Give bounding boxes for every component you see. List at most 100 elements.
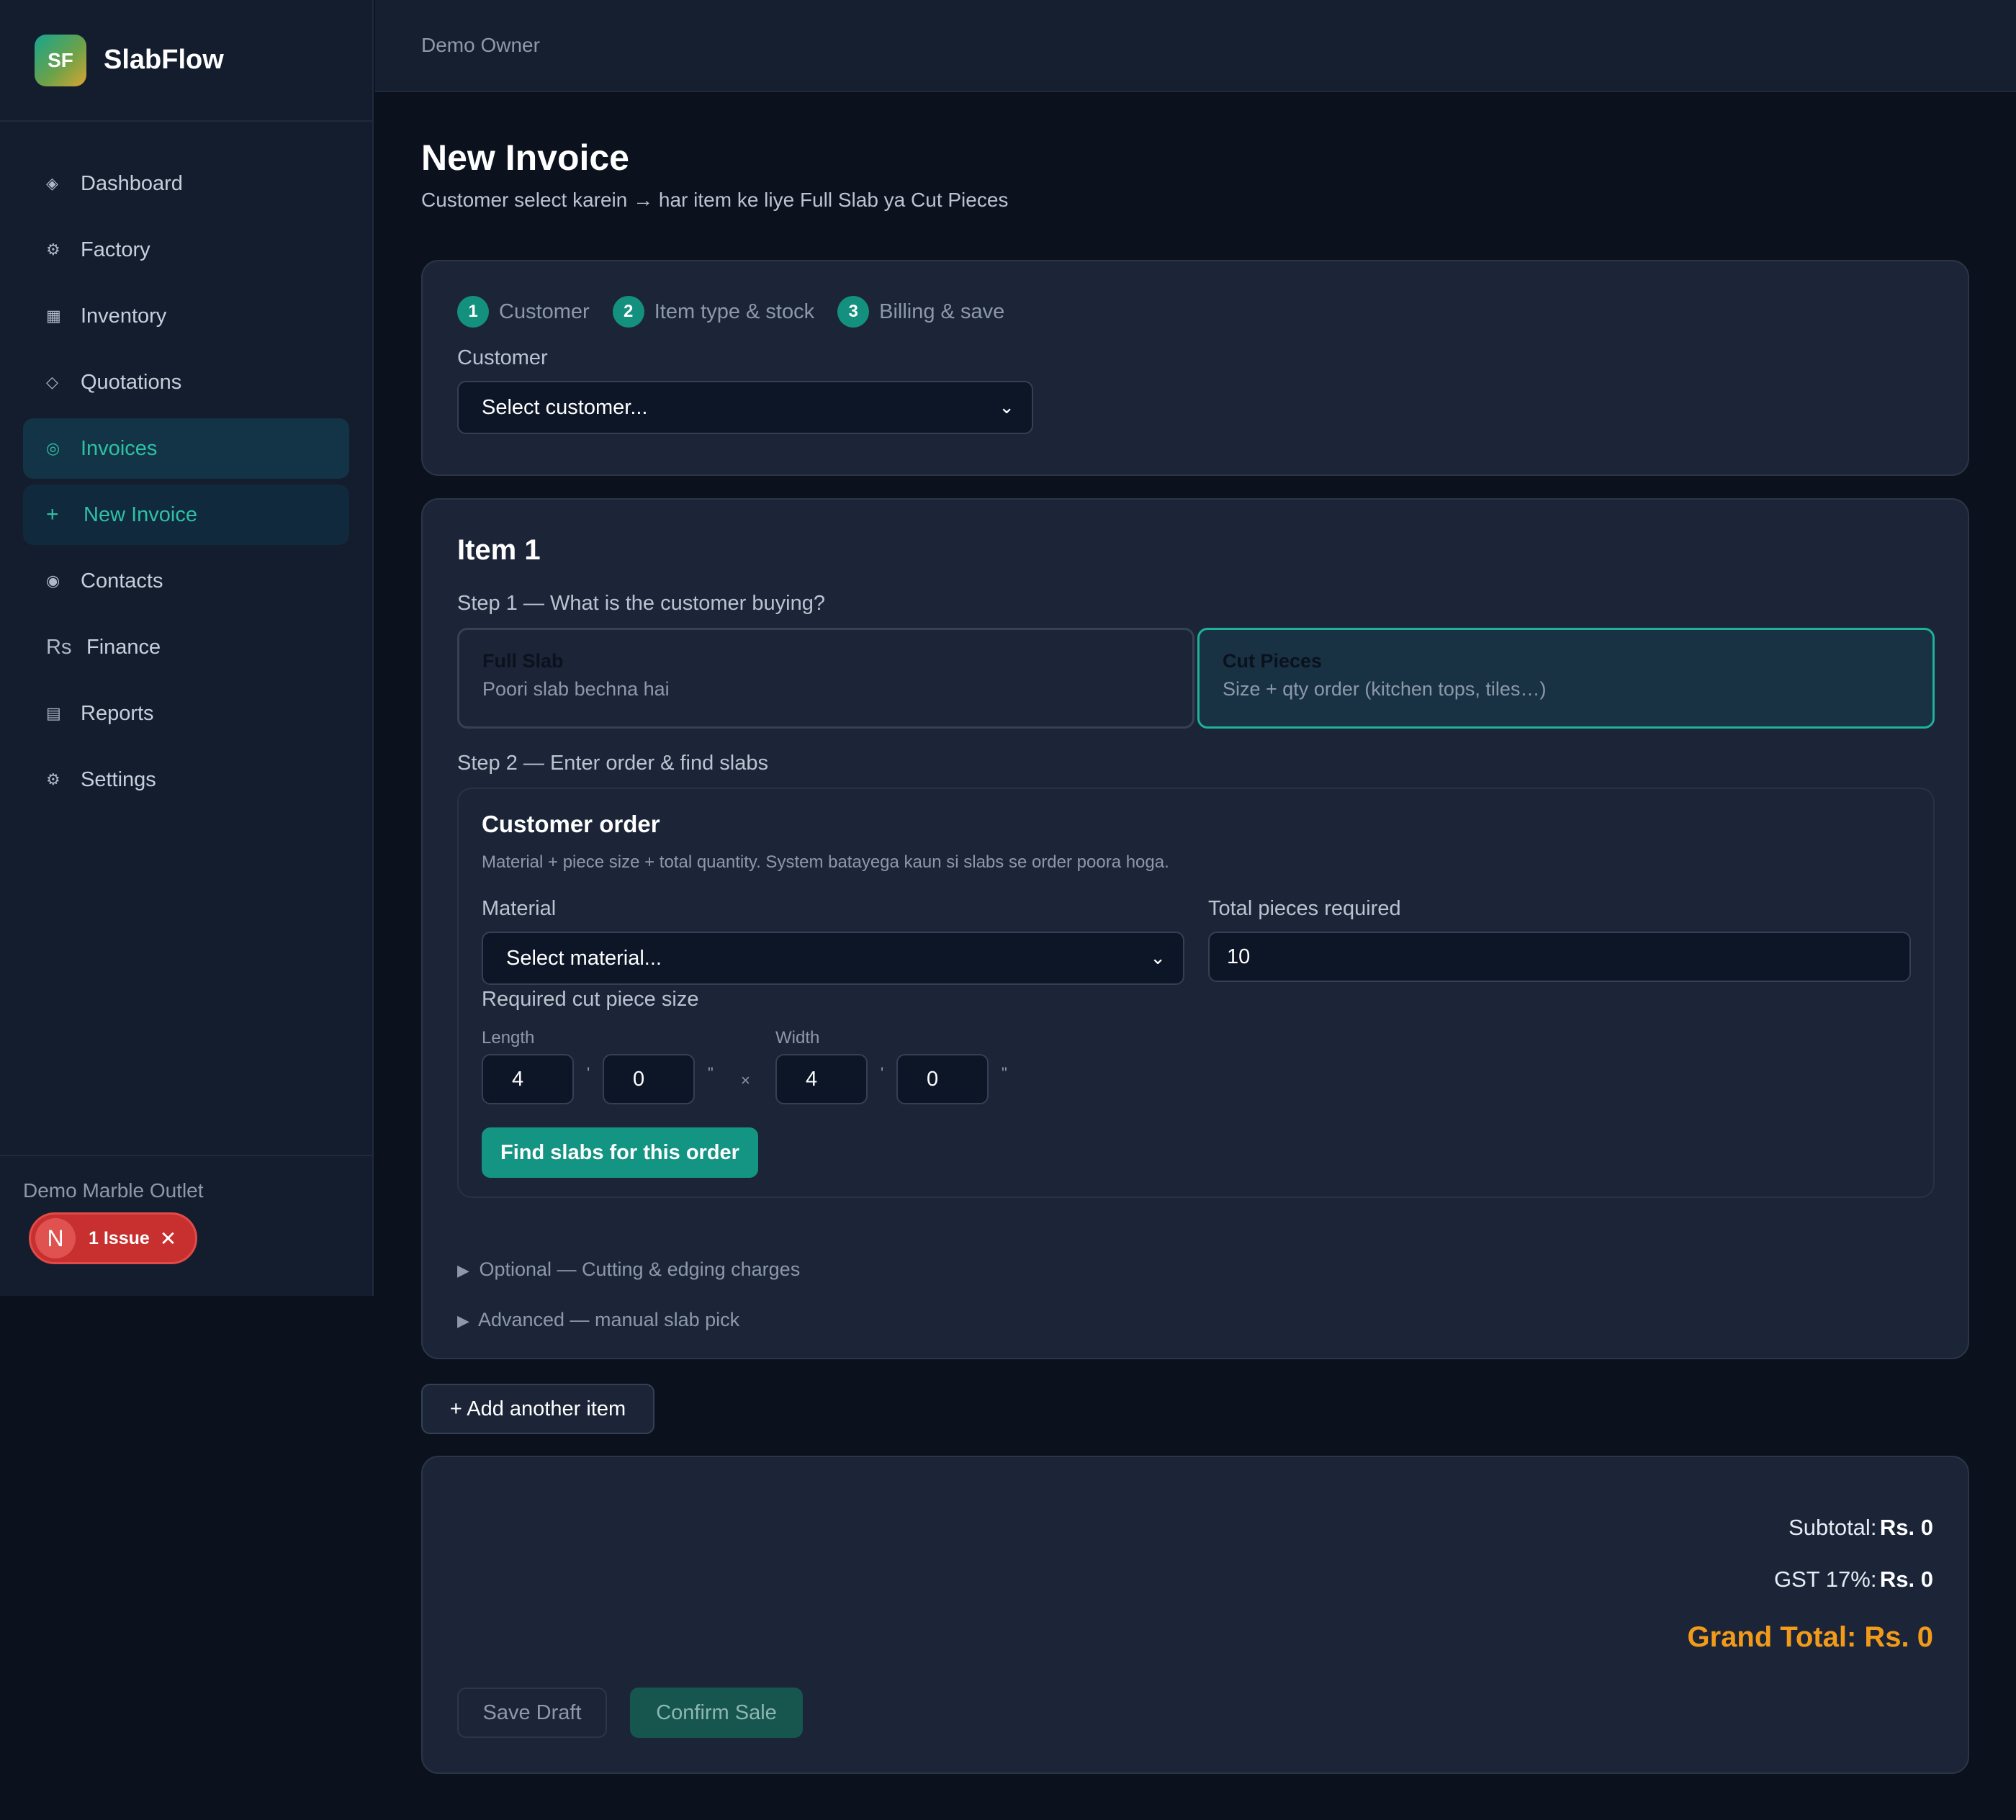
material-select[interactable]: Select material... ⌄ [482,932,1184,985]
customer-label: Customer [457,346,548,369]
cut-pieces-subtitle: Size + qty order (kitchen tops, tiles…) [1223,678,1547,700]
rupee-icon: Rs [46,635,72,659]
step-number: 2 [612,296,644,328]
subtotal-value: Rs. 0 [1879,1515,1933,1540]
page-title: New Invoice [421,138,629,178]
sidebar-nav: ◈ Dashboard ⚙ Factory ▦ Inventory ◇ Quot… [0,122,372,810]
confirm-sale-button[interactable]: Confirm Sale [630,1688,803,1738]
org-name: Demo Marble Outlet [23,1179,204,1202]
cut-pieces-title: Cut Pieces [1223,650,1323,672]
full-slab-option[interactable]: Full Slab Poori slab bechna hai [457,628,1194,729]
sidebar-item-label: Invoices [81,436,158,460]
item-card: Item 1 Step 1 — What is the customer buy… [421,498,1969,1359]
width-inches-value: 0 [927,1067,939,1091]
contacts-icon: ◉ [46,572,60,590]
width-label: Width [775,1028,820,1048]
sidebar-item-label: Inventory [81,304,167,328]
gear-icon: ⚙ [46,240,60,258]
length-label: Length [482,1028,535,1048]
step2-label: Step 2 — Enter order & find slabs [457,752,768,775]
length-feet-value: 4 [512,1067,524,1091]
sidebar: SF SlabFlow ◈ Dashboard ⚙ Factory ▦ Inve… [0,0,374,1296]
sidebar-item-label: Dashboard [81,171,183,195]
full-slab-title: Full Slab [482,650,564,672]
brand[interactable]: SF SlabFlow [0,0,372,122]
width-feet-value: 4 [806,1067,818,1091]
sidebar-item-invoices[interactable]: ◎ Invoices [23,418,349,479]
sidebar-item-label: New Invoice [84,503,197,526]
optional-charges-label: Optional — Cutting & edging charges [479,1258,801,1280]
find-slabs-button[interactable]: Find slabs for this order [482,1127,758,1178]
material-label: Material [482,897,557,920]
inch-unit: " [1002,1064,1007,1082]
step-billing: 3 Billing & save [837,296,1004,328]
plus-icon: + [46,503,59,526]
cut-pieces-option[interactable]: Cut Pieces Size + qty order (kitchen top… [1197,628,1935,729]
sidebar-item-dashboard[interactable]: ◈ Dashboard [23,153,349,214]
chevron-down-icon: ⌄ [1150,947,1166,968]
sidebar-item-contacts[interactable]: ◉ Contacts [23,551,349,611]
sidebar-item-inventory[interactable]: ▦ Inventory [23,286,349,346]
subtotal-row: Subtotal: Rs. 0 [1788,1515,1933,1541]
sidebar-item-finance[interactable]: Rs Finance [23,617,349,677]
sidebar-item-label: Factory [81,238,150,261]
triangle-right-icon: ▶ [457,1261,469,1279]
topbar: Demo Owner [375,0,2016,92]
customer-select[interactable]: Select customer... ⌄ [457,381,1033,434]
feet-unit: ' [881,1064,884,1082]
save-draft-button[interactable]: Save Draft [457,1688,607,1738]
page-subtitle: Customer select karein → har item ke liy… [421,189,1009,211]
step1-label: Step 1 — What is the customer buying? [457,592,825,615]
chevron-down-icon: ⌄ [999,396,1014,418]
sidebar-item-quotations[interactable]: ◇ Quotations [23,352,349,413]
step-number: 1 [457,296,489,328]
step-label: Item type & stock [654,299,815,323]
length-inches-input[interactable]: 0 [603,1054,695,1104]
issue-avatar: N [35,1218,76,1258]
sidebar-item-label: Contacts [81,569,163,593]
customer-select-value: Select customer... [482,395,648,419]
step-customer: 1 Customer [457,296,590,328]
material-select-value: Select material... [506,946,662,970]
grid-icon: ▦ [46,307,61,325]
step-item-type: 2 Item type & stock [612,296,815,328]
order-description: Material + piece size + total quantity. … [482,852,1169,872]
user-name: Demo Owner [421,34,540,56]
sidebar-item-label: Finance [86,635,161,659]
item-title: Item 1 [457,534,541,566]
length-inches-value: 0 [633,1067,645,1091]
step-label: Billing & save [879,299,1005,323]
close-icon[interactable]: ✕ [160,1227,176,1251]
customer-order-panel: Customer order Material + piece size + t… [457,788,1935,1198]
optional-charges-toggle[interactable]: ▶ Optional — Cutting & edging charges [457,1258,800,1281]
cut-size-label: Required cut piece size [482,988,699,1011]
sidebar-item-settings[interactable]: ⚙ Settings [23,749,349,810]
issue-count: 1 Issue [89,1227,150,1248]
feet-unit: ' [587,1064,590,1082]
advanced-pick-label: Advanced — manual slab pick [477,1309,740,1330]
triangle-right-icon: ▶ [457,1312,469,1330]
length-feet-input[interactable]: 4 [482,1054,574,1104]
sidebar-item-new-invoice[interactable]: + New Invoice [23,485,349,545]
stepper: 1 Customer 2 Item type & stock 3 Billing… [457,296,1027,328]
dashboard-icon: ◈ [46,174,58,192]
billing-card: Subtotal: Rs. 0 GST 17%: Rs. 0 Grand Tot… [421,1456,1969,1774]
reports-icon: ▤ [46,704,61,722]
add-item-button[interactable]: + Add another item [421,1384,654,1434]
subtotal-label: Subtotal: [1788,1515,1877,1540]
sidebar-item-reports[interactable]: ▤ Reports [23,683,349,744]
gst-value: Rs. 0 [1879,1567,1933,1592]
step-label: Customer [499,299,590,323]
multiply-sign: × [741,1071,750,1089]
app-logo: SF [35,34,86,86]
sidebar-item-factory[interactable]: ⚙ Factory [23,220,349,280]
step-number: 3 [837,296,870,328]
issue-badge[interactable]: N 1 Issue ✕ [29,1212,197,1264]
advanced-pick-toggle[interactable]: ▶ Advanced — manual slab pick [457,1309,739,1331]
customer-card: 1 Customer 2 Item type & stock 3 Billing… [421,260,1969,476]
total-pieces-input[interactable]: 10 [1208,932,1911,982]
width-inches-input[interactable]: 0 [896,1054,989,1104]
sidebar-item-label: Quotations [81,370,182,394]
width-feet-input[interactable]: 4 [775,1054,868,1104]
sidebar-item-label: Settings [81,767,156,791]
